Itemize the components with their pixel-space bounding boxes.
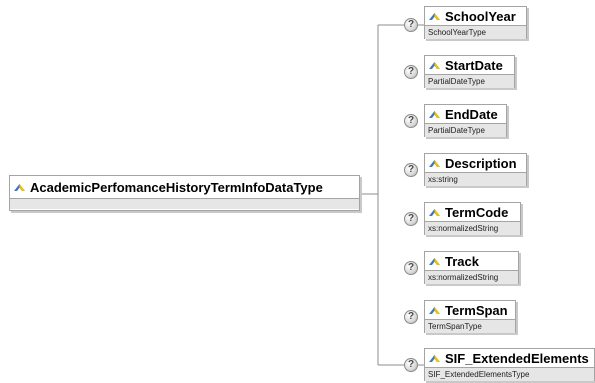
help-icon[interactable]: ? [404,261,418,275]
element-name: Description [445,155,517,171]
child-element-track[interactable]: Track xs:normalizedString [424,251,519,284]
element-name: TermCode [445,204,509,220]
element-name: StartDate [445,57,503,73]
element-type: xs:normalizedString [425,221,520,235]
child-element-enddate[interactable]: EndDate PartialDateType [424,104,507,137]
element-type: PartialDateType [425,74,514,88]
element-icon [429,354,440,362]
help-icon[interactable]: ? [404,163,418,177]
child-element-schoolyear[interactable]: SchoolYear SchoolYearType [424,6,527,39]
element-name: SIF_ExtendedElements [445,350,589,366]
element-icon [429,208,440,216]
child-element-description[interactable]: Description xs:string [424,153,527,186]
element-name: SchoolYear [445,8,516,24]
child-element-startdate[interactable]: StartDate PartialDateType [424,55,515,88]
element-type: xs:normalizedString [425,270,518,284]
element-icon [429,257,440,265]
help-icon[interactable]: ? [404,358,418,372]
element-icon [429,110,440,118]
element-type: TermSpanType [425,319,515,333]
element-icon [429,306,440,314]
element-name: Track [445,253,479,269]
element-type: PartialDateType [425,123,506,137]
element-icon [429,159,440,167]
root-element-name: AcademicPerfomanceHistoryTermInfoDataTyp… [30,179,323,195]
child-element-termspan[interactable]: TermSpan TermSpanType [424,300,516,333]
help-icon[interactable]: ? [404,114,418,128]
root-element-box[interactable]: AcademicPerfomanceHistoryTermInfoDataTyp… [9,175,360,211]
child-element-sif-extendedelements[interactable]: SIF_ExtendedElements SIF_ExtendedElement… [424,348,595,381]
help-icon[interactable]: ? [404,18,418,32]
element-type: xs:string [425,172,526,186]
element-name: TermSpan [445,302,508,318]
child-element-termcode[interactable]: TermCode xs:normalizedString [424,202,521,235]
help-icon[interactable]: ? [404,310,418,324]
element-type: SchoolYearType [425,25,526,39]
root-type-band [10,198,359,209]
element-name: EndDate [445,106,498,122]
element-icon [429,61,440,69]
element-icon [14,183,25,191]
help-icon[interactable]: ? [404,212,418,226]
element-type: SIF_ExtendedElementsType [425,367,594,381]
help-icon[interactable]: ? [404,65,418,79]
element-icon [429,12,440,20]
